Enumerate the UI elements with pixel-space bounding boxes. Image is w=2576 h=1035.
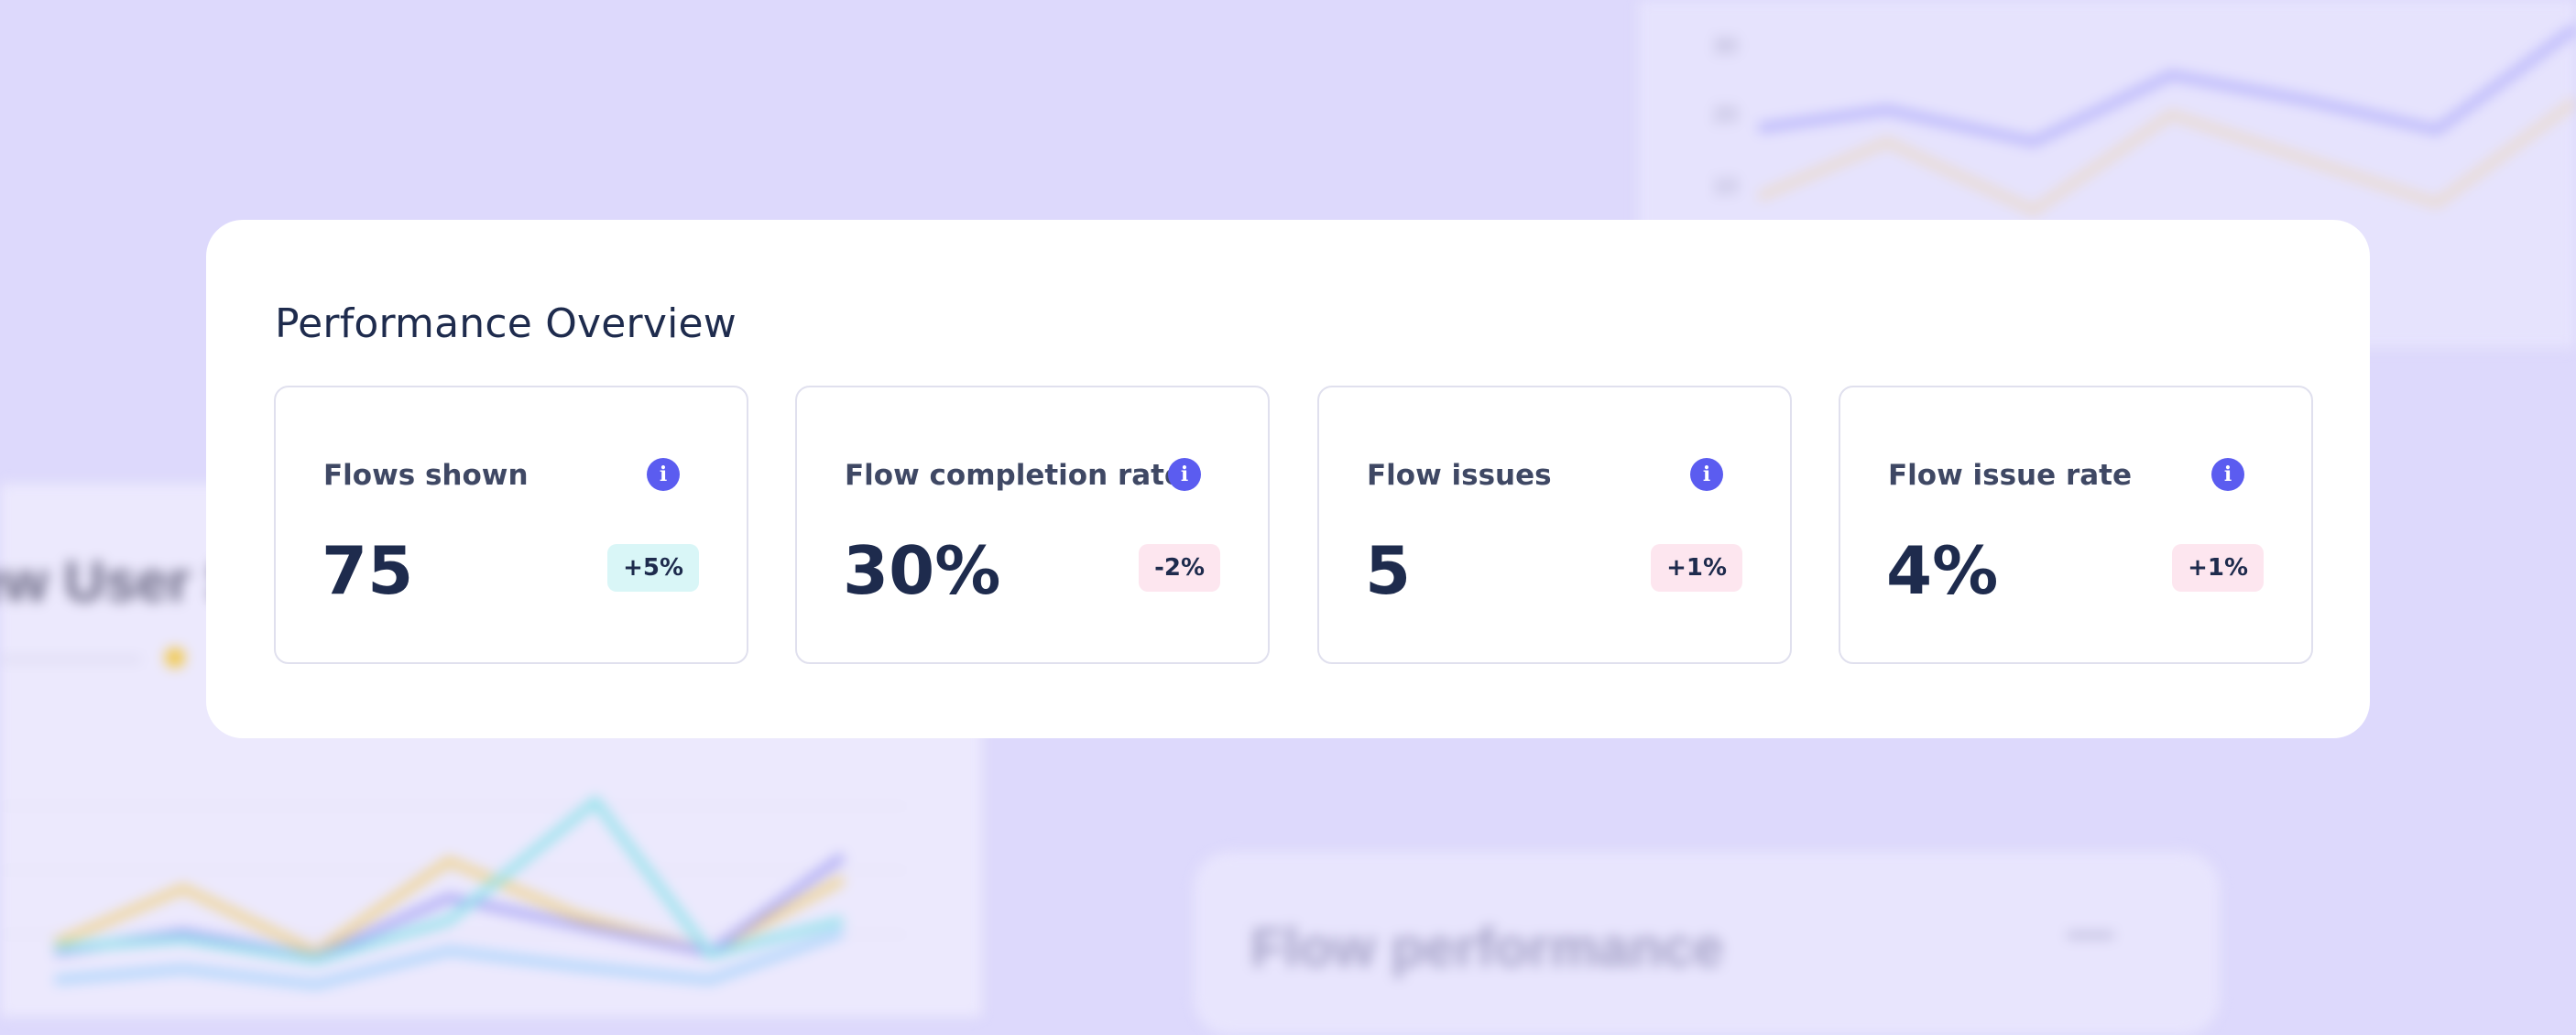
- info-icon[interactable]: i: [1690, 458, 1723, 491]
- background-divider: [0, 657, 142, 662]
- metric-card-flow-issue-rate: Flow issue rate i 4% +1%: [1839, 386, 2313, 664]
- info-icon[interactable]: i: [1168, 458, 1201, 491]
- background-line-cyan: [54, 795, 845, 964]
- metric-label: Flow issue rate: [1888, 459, 2132, 492]
- page-title: Performance Overview: [275, 300, 737, 347]
- metric-value: 5: [1365, 532, 1412, 609]
- metric-value: 30%: [843, 532, 1001, 609]
- performance-overview-card: Performance Overview Flows shown i 75 +5…: [206, 220, 2370, 738]
- background-line-purple: [1758, 23, 2576, 147]
- metric-value: 4%: [1886, 532, 1999, 609]
- info-icon[interactable]: i: [647, 458, 680, 491]
- delta-badge: +1%: [1651, 544, 1742, 592]
- metric-card-flows-shown: Flows shown i 75 +5%: [274, 386, 748, 664]
- delta-badge: -2%: [1139, 544, 1220, 592]
- background-card-title: Flow performance: [1250, 917, 1724, 978]
- metric-value: 75: [322, 532, 414, 609]
- delta-badge: +5%: [607, 544, 699, 592]
- metric-label: Flows shown: [323, 459, 529, 492]
- background-menu-icon: [2067, 932, 2114, 938]
- metric-card-flow-issues: Flow issues i 5 +1%: [1317, 386, 1792, 664]
- background-legend-dot: [165, 648, 185, 668]
- delta-badge: +1%: [2172, 544, 2264, 592]
- metric-card-flow-completion-rate: Flow completion rate i 30% -2%: [795, 386, 1270, 664]
- metric-label: Flow issues: [1367, 459, 1552, 492]
- info-icon[interactable]: i: [2211, 458, 2244, 491]
- metric-label: Flow completion rate: [845, 459, 1184, 492]
